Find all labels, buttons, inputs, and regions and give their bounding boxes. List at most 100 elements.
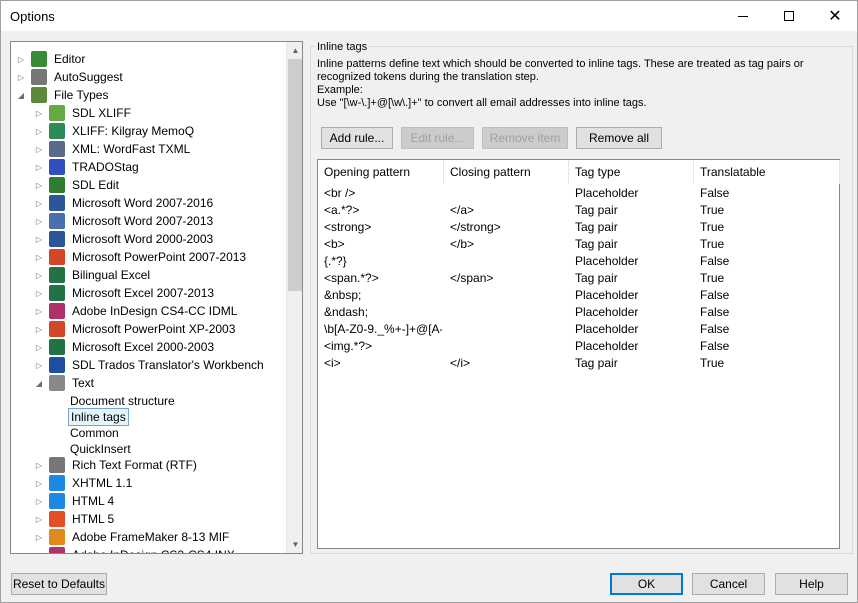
inline-tags-list[interactable]: Opening pattern Closing pattern Tag type… xyxy=(317,159,840,549)
tree-item[interactable]: ▷ Adobe InDesign CS2-CS4 INX xyxy=(34,546,237,554)
table-row[interactable]: <img.*?> Placeholder False xyxy=(318,338,839,355)
help-button[interactable]: Help xyxy=(775,573,848,595)
expand-arrow-icon[interactable]: ▷ xyxy=(34,461,44,470)
indesign-icon xyxy=(49,547,65,553)
tree-item[interactable]: ▷ AutoSuggest xyxy=(16,68,125,86)
expand-arrow-icon[interactable]: ▷ xyxy=(34,217,44,226)
expand-arrow-icon[interactable]: ▷ xyxy=(34,163,44,172)
add-rule-button[interactable]: Add rule... xyxy=(321,127,393,149)
xml-icon xyxy=(49,141,65,157)
tree-item[interactable]: ▷ Microsoft PowerPoint XP-2003 xyxy=(34,320,237,338)
tree-item[interactable]: ▷ XML: WordFast TXML xyxy=(34,140,192,158)
cell-translatable: True xyxy=(700,237,725,251)
column-translatable[interactable]: Translatable xyxy=(694,160,840,184)
expand-arrow-icon[interactable]: ▷ xyxy=(34,253,44,262)
expand-arrow-icon[interactable]: ▷ xyxy=(16,73,26,82)
table-row[interactable]: <b> </b> Tag pair True xyxy=(318,236,839,253)
tree-item[interactable]: ▷ Microsoft Excel 2000-2003 xyxy=(34,338,216,356)
expand-arrow-icon[interactable]: ▷ xyxy=(34,479,44,488)
table-row[interactable]: <br /> Placeholder False xyxy=(318,185,839,202)
tree-item[interactable]: ▷ Bilingual Excel xyxy=(34,266,152,284)
tree-item[interactable]: ▷ SDL Trados Translator's Workbench xyxy=(34,356,266,374)
tree-item[interactable]: ▷ Adobe InDesign CS4-CC IDML xyxy=(34,302,239,320)
tree-item[interactable]: ◢ Text xyxy=(34,374,96,392)
table-row[interactable]: \b[A-Z0-9._%+-]+@[A-... Placeholder False xyxy=(318,321,839,338)
minimize-button[interactable] xyxy=(720,1,766,31)
tree-item-label: Bilingual Excel xyxy=(72,268,151,282)
expand-arrow-icon[interactable]: ▷ xyxy=(16,55,26,64)
options-tree[interactable]: ▲ ▼ ▷ Editor ▷ AutoSuggest ◢ File Types ▷ SDL X… xyxy=(10,41,303,554)
tree-item[interactable]: ▷ Microsoft PowerPoint 2007-2013 xyxy=(34,248,248,266)
tree-item[interactable]: ▷ HTML 4 xyxy=(34,492,116,510)
description-line-4: Use "[\w-\.]+@[\w\.]+" to convert all em… xyxy=(317,97,647,109)
expand-arrow-icon[interactable]: ▷ xyxy=(34,307,44,316)
tree-item[interactable]: ▷ XHTML 1.1 xyxy=(34,474,134,492)
tree-item[interactable]: ▷ Microsoft Excel 2007-2013 xyxy=(34,284,216,302)
table-row[interactable]: <strong> </strong> Tag pair True xyxy=(318,219,839,236)
cancel-button[interactable]: Cancel xyxy=(692,573,765,595)
tree-item[interactable]: ▷ TRADOStag xyxy=(34,158,141,176)
expand-arrow-icon[interactable]: ▷ xyxy=(34,271,44,280)
table-row[interactable]: {.*?} Placeholder False xyxy=(318,253,839,270)
expand-arrow-icon[interactable]: ▷ xyxy=(34,497,44,506)
cell-type: Tag pair xyxy=(575,220,618,234)
expand-arrow-icon[interactable]: ▷ xyxy=(34,325,44,334)
tree-item[interactable]: ▷ SDL XLIFF xyxy=(34,104,133,122)
tree-item[interactable]: ▷ Microsoft Word 2000-2003 xyxy=(34,230,215,248)
expand-arrow-icon[interactable]: ▷ xyxy=(34,145,44,154)
indesign-icon xyxy=(49,303,65,319)
cell-translatable: False xyxy=(700,322,730,336)
expand-arrow-icon[interactable]: ▷ xyxy=(34,289,44,298)
expand-arrow-icon[interactable]: ▷ xyxy=(34,235,44,244)
tree-item-label: SDL Trados Translator's Workbench xyxy=(72,358,264,372)
expand-arrow-icon[interactable]: ▷ xyxy=(34,515,44,524)
reset-to-defaults-button[interactable]: Reset to Defaults xyxy=(11,573,107,595)
expand-arrow-icon[interactable]: ▷ xyxy=(34,127,44,136)
tree-item-label: Microsoft PowerPoint 2007-2013 xyxy=(72,250,247,264)
table-row[interactable]: &ndash; Placeholder False xyxy=(318,304,839,321)
expand-arrow-icon[interactable]: ▷ xyxy=(34,181,44,190)
remove-all-button[interactable]: Remove all xyxy=(576,127,662,149)
table-row[interactable]: <i> </i> Tag pair True xyxy=(318,355,839,372)
tree-item[interactable]: ▷ Microsoft Word 2007-2016 xyxy=(34,194,215,212)
tree-item[interactable]: ▷ Adobe FrameMaker 8-13 MIF xyxy=(34,528,231,546)
scroll-up-button[interactable]: ▲ xyxy=(287,42,302,59)
maximize-button[interactable] xyxy=(766,1,812,31)
scroll-down-button[interactable]: ▼ xyxy=(287,536,302,553)
cell-opening: \b[A-Z0-9._%+-]+@[A-... xyxy=(324,322,442,336)
minimize-icon xyxy=(738,15,748,17)
column-opening-pattern[interactable]: Opening pattern xyxy=(318,160,444,184)
collapse-arrow-icon[interactable]: ◢ xyxy=(16,91,26,100)
scroll-thumb[interactable] xyxy=(288,59,302,291)
tree-item[interactable]: ▷ XLIFF: Kilgray MemoQ xyxy=(34,122,196,140)
table-row[interactable]: <span.*?> </span> Tag pair True xyxy=(318,270,839,287)
expand-arrow-icon[interactable]: ▷ xyxy=(34,533,44,542)
tree-item[interactable]: ▷ Editor xyxy=(16,50,87,68)
tree-item[interactable]: ▷ Microsoft Word 2007-2013 xyxy=(34,212,215,230)
expand-arrow-icon[interactable]: ▷ xyxy=(34,361,44,370)
ok-button[interactable]: OK xyxy=(610,573,683,595)
table-row[interactable]: <a.*?> </a> Tag pair True xyxy=(318,202,839,219)
remove-item-button[interactable]: Remove item xyxy=(482,127,568,149)
expand-arrow-icon[interactable]: ▷ xyxy=(34,109,44,118)
maximize-icon xyxy=(784,11,794,21)
column-closing-pattern[interactable]: Closing pattern xyxy=(444,160,569,184)
expand-arrow-icon[interactable]: ▷ xyxy=(34,343,44,352)
expand-arrow-icon[interactable]: ▷ xyxy=(34,551,44,554)
tree-item-label: QuickInsert xyxy=(70,442,131,456)
close-button[interactable]: ✕ xyxy=(812,1,858,31)
tree-item-label: Microsoft Excel 2000-2003 xyxy=(72,340,215,354)
excel-icon xyxy=(49,285,65,301)
tree-item[interactable]: ▷ Rich Text Format (RTF) xyxy=(34,456,199,474)
tree-item[interactable]: ◢ File Types xyxy=(16,86,110,104)
edit-rule-button[interactable]: Edit rule... xyxy=(401,127,474,149)
tree-item[interactable]: ▷ SDL Edit xyxy=(34,176,121,194)
expand-arrow-icon[interactable]: ▷ xyxy=(34,199,44,208)
tree-scrollbar[interactable]: ▲ ▼ xyxy=(286,42,302,553)
scroll-down-icon: ▼ xyxy=(291,540,300,549)
column-tag-type[interactable]: Tag type xyxy=(569,160,694,184)
table-row[interactable]: &nbsp; Placeholder False xyxy=(318,287,839,304)
autosuggest-icon xyxy=(31,69,47,85)
tree-item[interactable]: ▷ HTML 5 xyxy=(34,510,116,528)
collapse-arrow-icon[interactable]: ◢ xyxy=(34,379,44,388)
